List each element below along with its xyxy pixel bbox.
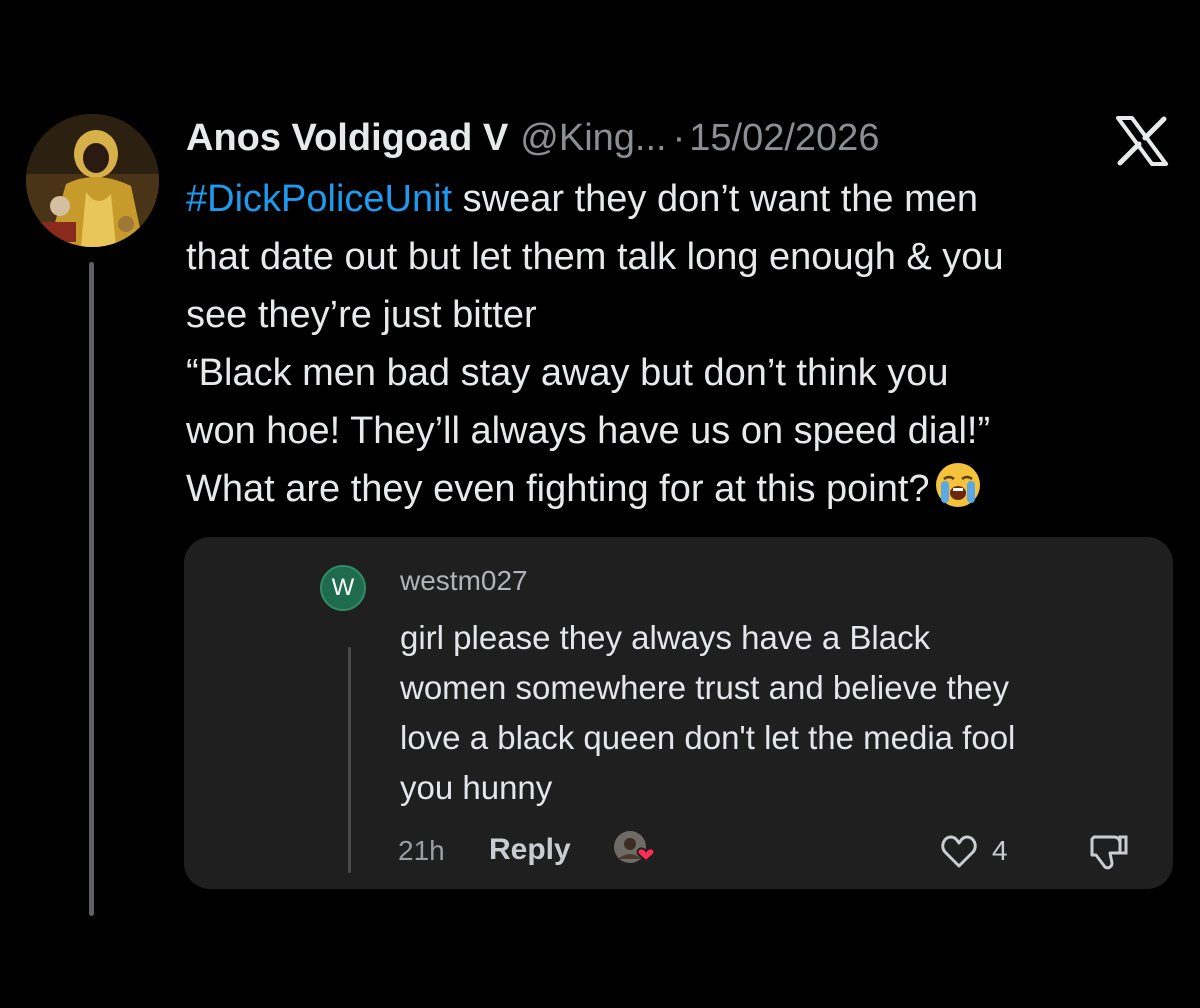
comment-line-3: love a black queen don't let the media f… <box>400 719 1016 756</box>
reply-button[interactable]: Reply <box>489 833 571 867</box>
author-display-name[interactable]: Anos Voldigoad V <box>186 117 508 160</box>
comment-line-1: girl please they always have a Black <box>400 619 931 656</box>
author-avatar-image <box>26 114 159 247</box>
hashtag-link[interactable]: #DickPoliceUnit <box>186 178 452 220</box>
tweet-line-1-text: swear they don’t want the men <box>452 178 979 220</box>
like-count: 4 <box>992 835 1008 866</box>
header-separator: · <box>672 116 686 159</box>
comment-username[interactable]: westm027 <box>400 565 528 597</box>
comment-time: 21h <box>398 835 445 866</box>
comment-line-2: women somewhere trust and believe they <box>400 669 1009 706</box>
embedded-comment-card[interactable]: W westm027 girl please they always have … <box>184 537 1173 889</box>
loudly-crying-face-icon <box>935 463 980 507</box>
comment-avatar[interactable]: W <box>320 565 366 611</box>
tweet-line-6-wrap: What are they even fighting for at this … <box>186 460 1176 518</box>
tweet-line-6: What are they even fighting for at this … <box>186 468 930 510</box>
thread-connector-line <box>89 262 94 916</box>
author-avatar[interactable] <box>26 114 159 247</box>
tweet-line-2: that date out but let them talk long eno… <box>186 236 1004 278</box>
tweet-date[interactable]: 15/02/2026 <box>689 117 879 160</box>
comment-text: girl please they always have a Black wom… <box>400 613 1160 813</box>
x-logo-icon <box>1116 116 1168 166</box>
comment-line-4: you hunny <box>400 769 553 806</box>
tweet-body: #DickPoliceUnit swear they don’t want th… <box>186 170 1176 518</box>
tweet-line-3: see they’re just bitter <box>186 294 537 336</box>
like-heart-icon[interactable] <box>940 834 978 870</box>
tweet-header: Anos Voldigoad V @King... · 15/02/2026 <box>186 108 1176 168</box>
author-handle[interactable]: @King... <box>520 117 666 160</box>
tweet-line-5: won hoe! They’ll always have us on speed… <box>186 410 991 452</box>
dislike-icon[interactable] <box>1086 831 1130 873</box>
comment-thread-line <box>348 647 351 873</box>
tweet-line-1: #DickPoliceUnit swear they don’t want th… <box>186 170 1176 228</box>
tweet-line-4: “Black men bad stay away but don’t think… <box>186 352 949 394</box>
creator-liked-avatar-icon <box>614 831 656 863</box>
